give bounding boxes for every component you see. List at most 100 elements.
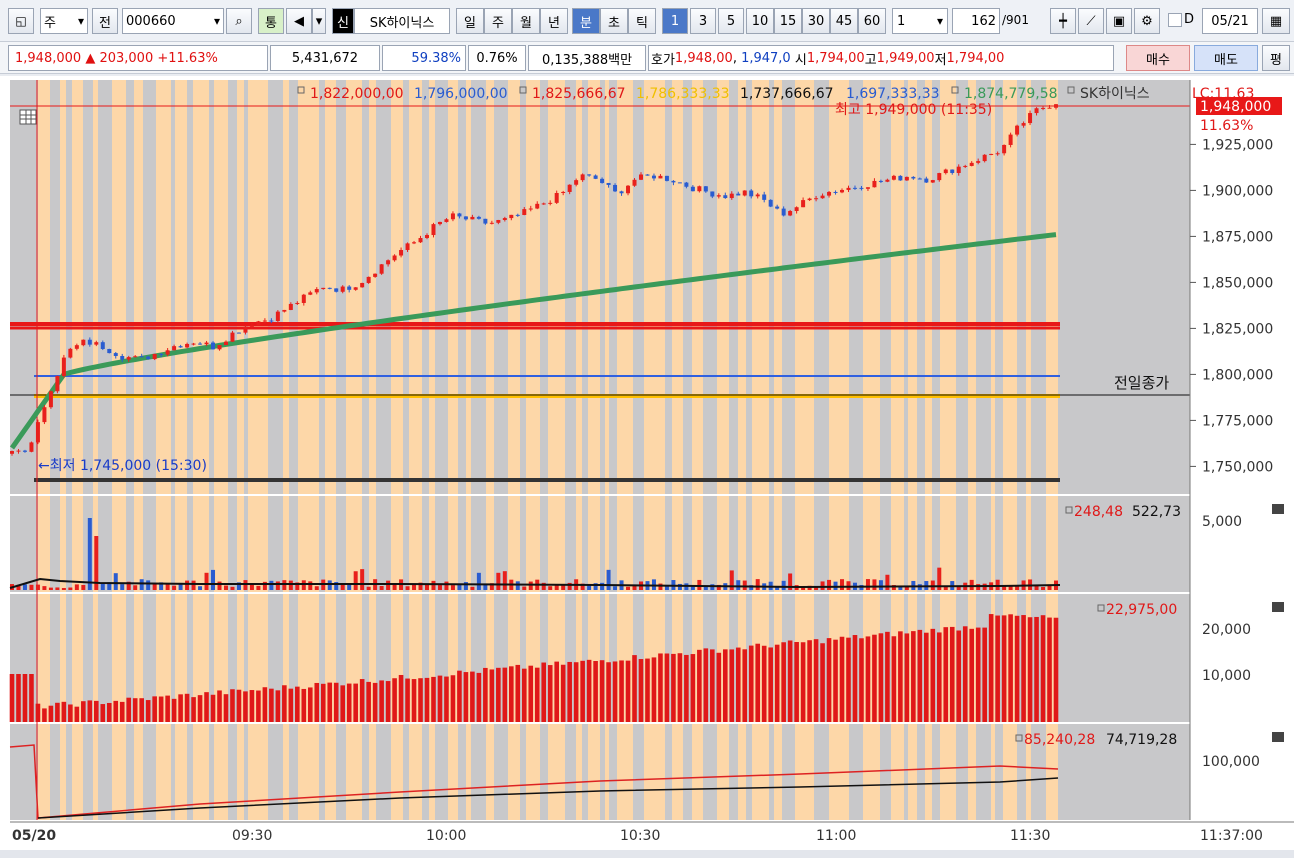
- candle-body: [178, 346, 183, 348]
- panel3-bar: [249, 690, 255, 722]
- volume-bar: [522, 586, 527, 590]
- session-shade: [991, 80, 995, 494]
- gear-icon[interactable]: ⚙: [1134, 8, 1160, 34]
- window-icon[interactable]: ◱: [8, 8, 34, 34]
- candle-body: [541, 203, 546, 205]
- period-day[interactable]: 일: [456, 8, 484, 34]
- close-icon[interactable]: [1272, 504, 1284, 514]
- volume-bar: [68, 587, 73, 590]
- interval-30[interactable]: 30: [802, 8, 830, 34]
- interval-45[interactable]: 45: [830, 8, 858, 34]
- speaker-icon[interactable]: ◀︎: [286, 8, 312, 34]
- candle-body: [969, 162, 974, 166]
- period-month[interactable]: 월: [512, 8, 540, 34]
- panel3-bar: [930, 628, 936, 722]
- panel3-bar: [671, 653, 676, 722]
- candle-body: [982, 154, 987, 162]
- candle-body: [61, 357, 66, 376]
- period-tick[interactable]: 틱: [628, 8, 656, 34]
- legend-v7: 1,874,779,58: [964, 86, 1058, 102]
- p3-tick-20000: 20,000: [1202, 622, 1251, 638]
- session-shade: [940, 496, 956, 592]
- volume-bar: [230, 586, 235, 590]
- search-icon[interactable]: ⌕: [226, 8, 252, 34]
- tong-button[interactable]: 통: [258, 8, 284, 34]
- volume-bar: [554, 585, 559, 590]
- up-arrow-icon: ▲: [85, 50, 96, 66]
- table-icon[interactable]: [19, 109, 37, 125]
- calendar-icon[interactable]: ▦: [1262, 8, 1290, 34]
- horizontal-scrollbar[interactable]: [0, 850, 1294, 858]
- close-icon[interactable]: [1272, 732, 1284, 742]
- panel3-bar: [547, 665, 553, 722]
- period-year[interactable]: 년: [540, 8, 568, 34]
- panel3-bar: [826, 638, 832, 722]
- candle-body: [353, 287, 358, 290]
- period-week[interactable]: 주: [484, 8, 512, 34]
- interval-15[interactable]: 15: [774, 8, 802, 34]
- line-tool-icon[interactable]: ⟋: [1078, 8, 1104, 34]
- interval-5[interactable]: 5: [718, 8, 744, 34]
- time-label-1030: 10:30: [620, 828, 660, 844]
- p4-v2: 74,719,28: [1106, 732, 1177, 748]
- session-shade: [1046, 80, 1058, 494]
- stock-name-field[interactable]: SK하이닉스: [354, 8, 450, 34]
- panel3-bar: [891, 636, 897, 722]
- count-select[interactable]: 1 ▾: [892, 8, 948, 34]
- buy-button[interactable]: 매수: [1126, 45, 1190, 71]
- period-second[interactable]: 초: [600, 8, 628, 34]
- session-shade: [617, 724, 633, 820]
- prev-button[interactable]: 전: [92, 8, 118, 34]
- session-shade: [795, 724, 814, 820]
- panel3-bar: [1021, 615, 1026, 722]
- session-shade: [672, 496, 683, 592]
- session-shade: [774, 496, 782, 592]
- session-shade: [717, 724, 729, 820]
- date-checkbox[interactable]: [1168, 13, 1182, 27]
- panel3-bar: [677, 653, 683, 722]
- candle-body: [658, 175, 663, 179]
- high-annotation: 최고 1,949,000 (11:35): [835, 102, 992, 118]
- stock-code-input[interactable]: 000660 ▾: [122, 8, 224, 34]
- volume-bar: [243, 580, 248, 590]
- panel3-bar: [262, 687, 268, 722]
- candle-body: [185, 343, 190, 348]
- session-shade: [283, 724, 289, 820]
- p3-tick-10000: 10,000: [1202, 668, 1251, 684]
- candle-body: [840, 189, 845, 193]
- panel3-bar: [444, 676, 449, 722]
- legend-stock-name: SK하이닉스: [1080, 86, 1150, 102]
- eval-button[interactable]: 평: [1262, 45, 1290, 71]
- date-input[interactable]: 05/21: [1202, 8, 1258, 34]
- volume-bar: [846, 581, 851, 590]
- volume-bar: [755, 579, 760, 590]
- session-shade: [391, 496, 403, 592]
- volume-bar: [152, 583, 157, 590]
- interval-1[interactable]: 1: [662, 8, 688, 34]
- interval-10[interactable]: 10: [746, 8, 774, 34]
- session-shade: [369, 80, 376, 494]
- interval-60[interactable]: 60: [858, 8, 886, 34]
- legend-v4: 1,786,333,33: [636, 86, 730, 102]
- sell-button[interactable]: 매도: [1194, 45, 1258, 71]
- volume-bar: [528, 581, 533, 590]
- session-shade: [193, 80, 209, 494]
- candle-body: [554, 193, 559, 203]
- session-shade: [237, 496, 244, 592]
- session-shade: [548, 496, 565, 592]
- interval-3[interactable]: 3: [690, 8, 716, 34]
- panel3-bar: [839, 636, 845, 722]
- session-shade: [752, 724, 769, 820]
- panel3-bar: [1034, 616, 1039, 722]
- volume-bar: [664, 586, 669, 590]
- close-icon[interactable]: [1272, 602, 1284, 612]
- chevron-down-icon[interactable]: ▾: [312, 8, 326, 34]
- volume-bar: [470, 586, 475, 590]
- chart-type-select[interactable]: 주 ▾: [40, 8, 88, 34]
- period-minute[interactable]: 분: [572, 8, 600, 34]
- candle-icon[interactable]: ┿: [1050, 8, 1076, 34]
- price-chart[interactable]: 1,925,000 1,900,000 1,875,000 1,850,000 1,82…: [0, 76, 1294, 858]
- save-icon[interactable]: ▣: [1106, 8, 1132, 34]
- candle-body: [94, 342, 99, 345]
- bar-count-input[interactable]: 162: [952, 8, 1000, 34]
